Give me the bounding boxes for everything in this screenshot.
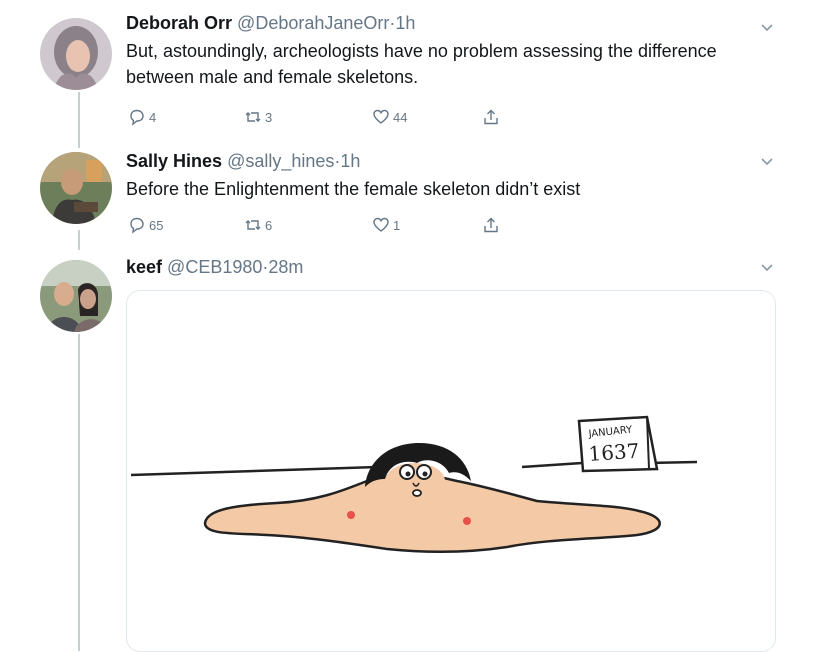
tweet-actions: 65 6 1: [126, 216, 526, 236]
tweet-header: Deborah Orr @DeborahJaneOrr·1h: [126, 12, 780, 34]
reply-button[interactable]: 65: [128, 216, 163, 234]
retweet-button[interactable]: 3: [244, 108, 272, 126]
like-button[interactable]: 44: [372, 108, 407, 126]
tweet-header: keef @CEB1980·28m: [126, 256, 780, 278]
calendar-icon: JANUARY 1637: [577, 415, 659, 473]
retweet-icon: [245, 220, 261, 230]
reply-count: 4: [149, 109, 157, 125]
share-icon: [484, 109, 498, 125]
user-handle[interactable]: @sally_hines: [227, 151, 334, 171]
retweet-icon: [245, 112, 261, 122]
avatar[interactable]: [40, 152, 112, 224]
timestamp[interactable]: 1h: [340, 151, 360, 171]
retweet-button[interactable]: 6: [244, 216, 272, 234]
avatar-sally-image: [40, 152, 112, 224]
share-icon: [484, 217, 498, 233]
retweet-count: 6: [265, 217, 273, 233]
share-button[interactable]: [482, 108, 503, 126]
chevron-down-icon[interactable]: [758, 18, 776, 36]
heart-icon: [373, 109, 389, 124]
retweet-count: 3: [265, 109, 273, 125]
timestamp[interactable]: 28m: [268, 257, 303, 277]
tweet-media-image[interactable]: JANUARY 1637: [126, 290, 776, 652]
display-name[interactable]: Sally Hines: [126, 151, 222, 171]
user-handle[interactable]: @DeborahJaneOrr: [237, 13, 389, 33]
avatar[interactable]: [40, 18, 112, 90]
display-name[interactable]: keef: [126, 257, 162, 277]
reply-icon: [130, 109, 144, 126]
like-button[interactable]: 1: [372, 216, 400, 234]
tweet-text: Before the Enlightenment the female skel…: [126, 179, 581, 199]
tweet-actions: 4 3 44: [126, 108, 526, 128]
reply-icon: [130, 217, 144, 234]
display-name[interactable]: Deborah Orr: [126, 13, 232, 33]
timestamp[interactable]: 1h: [395, 13, 415, 33]
tweet-deborah-orr[interactable]: Deborah Orr @DeborahJaneOrr·1h But, asto…: [0, 0, 820, 148]
user-handle[interactable]: @CEB1980: [167, 257, 262, 277]
tweet-header: Sally Hines @sally_hines·1h: [126, 150, 780, 172]
like-count: 44: [393, 109, 408, 125]
avatar[interactable]: [40, 260, 112, 332]
avatar-deborah-image: [40, 18, 112, 90]
chevron-down-icon[interactable]: [758, 258, 776, 276]
tweet-sally-hines[interactable]: Sally Hines @sally_hines·1h Before the E…: [0, 148, 820, 248]
like-count: 1: [393, 217, 401, 233]
share-button[interactable]: [482, 216, 503, 234]
tweet-text: But, astoundingly, archeologists have no…: [126, 41, 717, 87]
reply-button[interactable]: 4: [128, 108, 156, 126]
avatar-keef-image: [40, 260, 112, 332]
cartoon-illustration: JANUARY 1637: [130, 415, 698, 554]
reply-count: 65: [149, 217, 164, 233]
chevron-down-icon[interactable]: [758, 152, 776, 170]
calendar-year: 1637: [588, 438, 640, 465]
heart-icon: [373, 217, 389, 232]
